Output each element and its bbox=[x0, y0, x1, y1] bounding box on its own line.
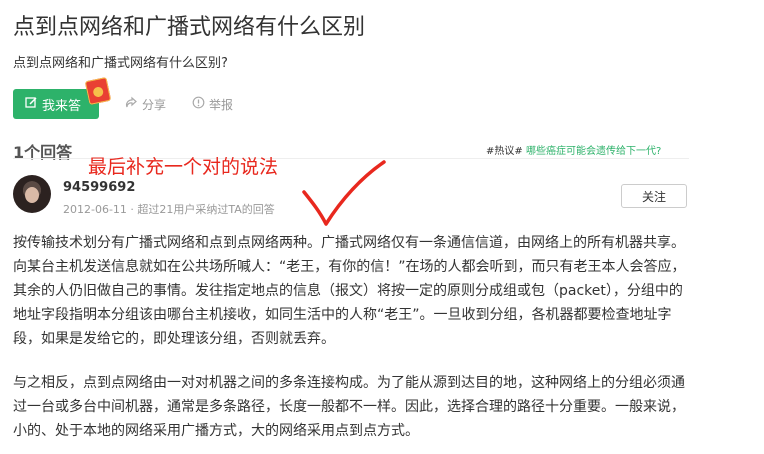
red-packet-icon[interactable] bbox=[84, 76, 112, 106]
username[interactable]: 94599692 bbox=[63, 180, 135, 195]
hot-topic: #热议# 哪些癌症可能会遗传给下一代? bbox=[486, 142, 661, 157]
question-actions: 我来答 分享 举报 bbox=[13, 76, 233, 119]
hot-topic-link[interactable]: 哪些癌症可能会遗传给下一代? bbox=[526, 146, 661, 157]
checkmark-icon bbox=[302, 160, 386, 226]
answers-count: 1个回答 bbox=[13, 143, 73, 162]
share-link[interactable]: 分享 bbox=[125, 96, 166, 113]
answer-button[interactable]: 我来答 bbox=[13, 76, 112, 119]
share-icon bbox=[125, 96, 138, 113]
follow-button[interactable]: 关注 bbox=[621, 184, 687, 208]
hot-topic-tag: #热议# bbox=[486, 146, 523, 157]
share-label: 分享 bbox=[142, 97, 167, 112]
answer-paragraph-1: 按传输技术划分有广播式网络和点到点网络两种。广播式网络仅有一条通信信道，由网络上… bbox=[13, 235, 686, 347]
question-description: 点到点网络和广播式网络有什么区别? bbox=[13, 56, 228, 71]
report-label: 举报 bbox=[209, 97, 234, 112]
question-title: 点到点网络和广播式网络有什么区别 bbox=[13, 15, 366, 40]
handwritten-annotation: 最后补充一个对的说法 bbox=[88, 156, 279, 178]
report-icon bbox=[192, 96, 205, 113]
answer-paragraph-2: 与之相反，点到点网络由一对对机器之间的多条连接构成。为了能从源到达目的地，这种网… bbox=[13, 375, 685, 439]
answer-meta: 2012-06-11 · 超过21用户采纳过TA的回答 bbox=[63, 203, 275, 216]
report-link[interactable]: 举报 bbox=[192, 96, 233, 113]
avatar[interactable] bbox=[13, 175, 51, 213]
edit-icon bbox=[25, 96, 38, 113]
answer-button-label: 我来答 bbox=[42, 98, 82, 114]
